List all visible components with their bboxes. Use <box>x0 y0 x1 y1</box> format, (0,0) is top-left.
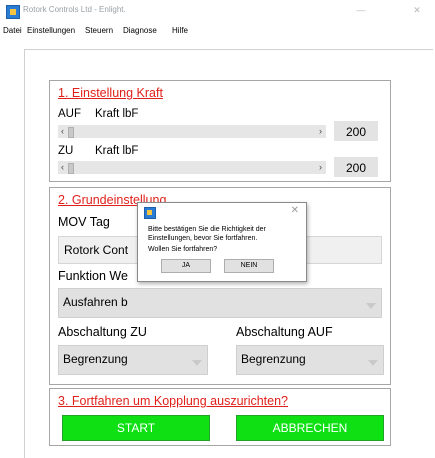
funktion-select[interactable]: Ausfahren b <box>58 288 382 318</box>
dialog-question: Wollen Sie fortfahren? <box>148 246 218 253</box>
section3-heading: 3. Fortfahren um Kopplung auszurichten? <box>58 394 288 408</box>
dialog-close-button[interactable]: ✕ <box>291 205 299 216</box>
funktion-select-value: Ausfahren b <box>63 295 128 309</box>
dialog-message-line2: Einstellungen, bevor Sie fortfahren. <box>148 235 258 242</box>
scroll-left-icon[interactable]: ‹ <box>61 161 64 174</box>
menu-datei[interactable]: Datei <box>3 26 22 35</box>
minimize-button[interactable]: — <box>347 2 375 18</box>
chevron-down-icon <box>366 303 376 309</box>
zu-unit-label: Kraft lbF <box>95 145 139 157</box>
menu-steuern[interactable]: Steuern <box>85 26 113 35</box>
slider-thumb[interactable] <box>68 127 74 138</box>
scroll-left-icon[interactable]: ‹ <box>61 125 64 138</box>
menu-bar: Datei Einstellungen Steuern Diagnose Hil… <box>0 24 435 40</box>
menu-diagnose[interactable]: Diagnose <box>123 26 157 35</box>
slider-thumb[interactable] <box>68 163 74 174</box>
scroll-right-icon[interactable]: › <box>319 125 322 138</box>
auf-label: AUF <box>58 108 81 120</box>
app-icon <box>6 5 20 19</box>
mov-tag-label: MOV Tag <box>58 215 110 229</box>
abschaltung-zu-label: Abschaltung ZU <box>58 325 147 339</box>
menu-einstellungen[interactable]: Einstellungen <box>27 26 75 35</box>
abschaltung-zu-select[interactable]: Begrenzung <box>58 345 208 375</box>
start-button[interactable]: START <box>62 415 210 441</box>
app-icon <box>144 207 156 219</box>
scroll-right-icon[interactable]: › <box>319 161 322 174</box>
section-kraft: 1. Einstellung Kraft AUF Kraft lbF ‹ › 2… <box>49 80 391 182</box>
chevron-down-icon <box>192 360 202 366</box>
zu-label: ZU <box>58 145 74 157</box>
section-fortfahren: 3. Fortfahren um Kopplung auszurichten? … <box>49 388 391 446</box>
funktion-label: Funktion We <box>58 269 128 283</box>
zu-force-value[interactable]: 200 <box>334 157 378 177</box>
auf-force-value[interactable]: 200 <box>334 121 378 141</box>
nein-button[interactable]: NEIN <box>224 259 274 273</box>
abschaltung-auf-label: Abschaltung AUF <box>236 325 333 339</box>
section1-heading: 1. Einstellung Kraft <box>58 86 163 100</box>
menu-hilfe[interactable]: Hilfe <box>172 26 188 35</box>
title-bar: Rotork Controls Ltd - Enlight. — ✕ <box>0 0 435 22</box>
window-title: Rotork Controls Ltd - Enlight. <box>23 5 126 14</box>
abschaltung-auf-select[interactable]: Begrenzung <box>236 345 384 375</box>
abschaltung-zu-value: Begrenzung <box>63 352 128 366</box>
confirm-dialog: ✕ Bitte bestätigen Sie die Richtigkeit d… <box>137 202 307 282</box>
ja-button[interactable]: JA <box>161 259 211 273</box>
close-button[interactable]: ✕ <box>403 2 431 18</box>
auf-force-slider[interactable]: ‹ › <box>58 125 326 138</box>
auf-unit-label: Kraft lbF <box>95 108 139 120</box>
abschaltung-auf-value: Begrenzung <box>241 352 306 366</box>
zu-force-slider[interactable]: ‹ › <box>58 161 326 174</box>
chevron-down-icon <box>368 360 378 366</box>
abbrechen-button[interactable]: ABBRECHEN <box>236 415 384 441</box>
